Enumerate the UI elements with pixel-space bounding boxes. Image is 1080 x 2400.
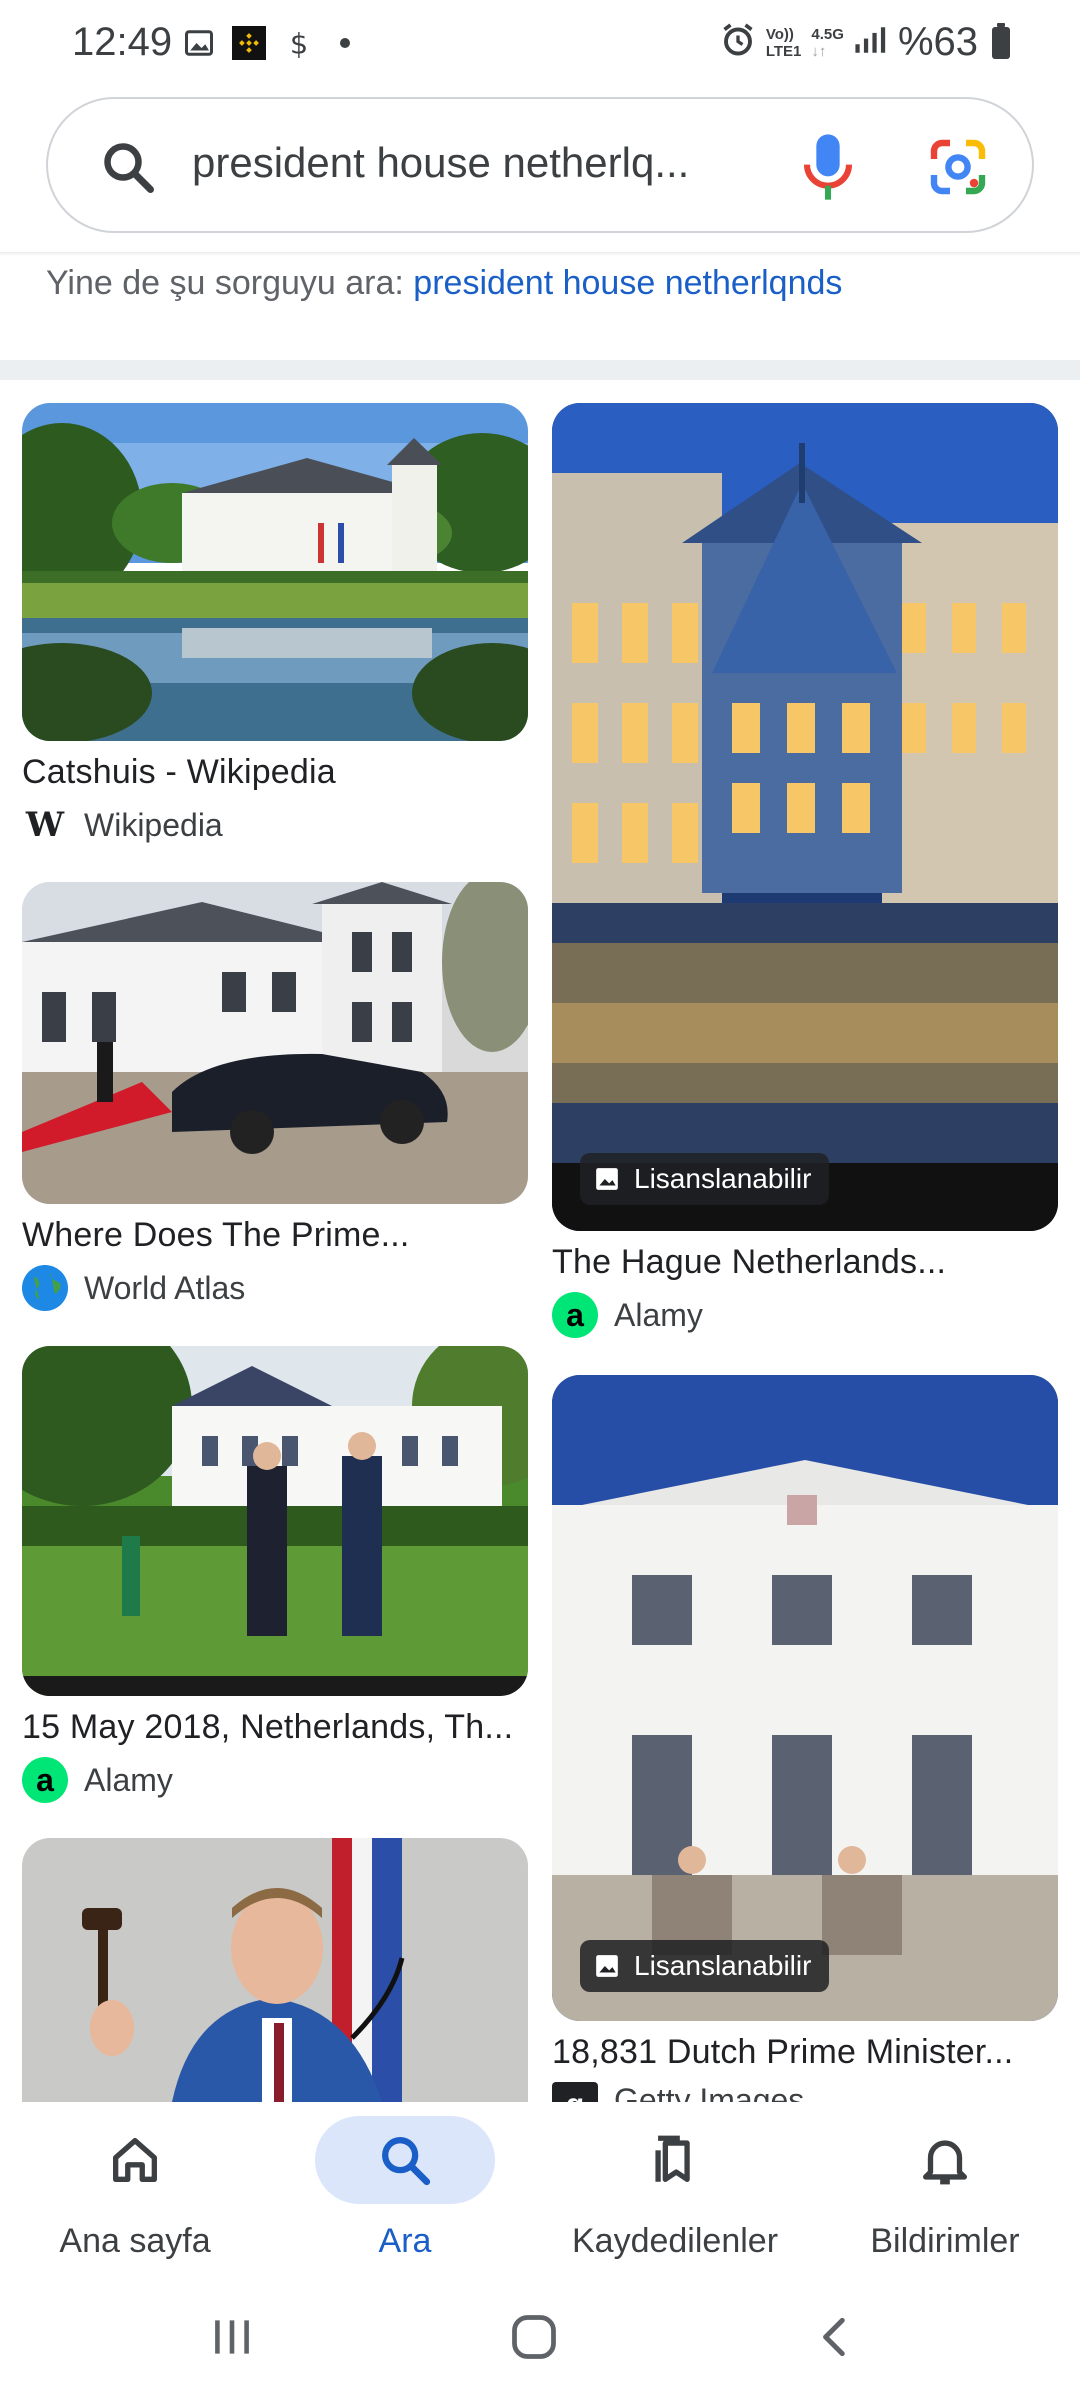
nav-search[interactable]: Ara bbox=[280, 2116, 530, 2261]
result-image-prime-minister-residence[interactable] bbox=[22, 882, 528, 1204]
result-source-label: Alamy bbox=[614, 1296, 703, 1333]
nav-notifications-label: Bildirimler bbox=[870, 2222, 1020, 2260]
nav-notifications[interactable]: Bildirimler bbox=[820, 2116, 1070, 2261]
result-source[interactable]: g Getty Images bbox=[552, 2082, 804, 2102]
network-type: Vo)) LTE1 bbox=[766, 26, 802, 60]
system-navigation bbox=[0, 2282, 1080, 2400]
home-button[interactable] bbox=[494, 2302, 574, 2372]
licensable-badge: Lisanslanabilir bbox=[580, 1153, 830, 1205]
nav-home-pill[interactable] bbox=[45, 2116, 225, 2204]
nav-home[interactable]: Ana sayfa bbox=[10, 2116, 260, 2261]
result-image-may-2018[interactable] bbox=[22, 1346, 528, 1696]
header-divider bbox=[0, 252, 1080, 256]
battery-percent: %63 bbox=[897, 20, 978, 64]
nav-search-label: Ara bbox=[378, 2222, 432, 2260]
image-icon bbox=[182, 26, 216, 60]
result-title[interactable]: Catshuis - Wikipedia bbox=[22, 753, 336, 792]
result-source-label: Getty Images bbox=[614, 2082, 805, 2102]
home-icon bbox=[113, 2138, 157, 2182]
search-icon[interactable] bbox=[98, 137, 158, 197]
network-speed: 4.5G ↓↑ bbox=[811, 26, 844, 60]
wikipedia-icon: W bbox=[25, 805, 65, 845]
image-icon bbox=[596, 1168, 618, 1190]
alarm-icon bbox=[720, 22, 756, 63]
recents-button[interactable] bbox=[192, 2302, 272, 2372]
search-instead-link[interactable]: president house netherlqnds bbox=[413, 264, 842, 302]
result-title[interactable]: 15 May 2018, Netherlands, Th... bbox=[22, 1708, 513, 1747]
licensable-badge: Lisanslanabilir bbox=[580, 1940, 830, 1992]
recents-icon bbox=[215, 2320, 249, 2354]
globe-icon bbox=[22, 1265, 68, 1311]
result-title[interactable]: 18,831 Dutch Prime Minister... bbox=[552, 2033, 1013, 2072]
status-time: 12:49 bbox=[72, 20, 173, 64]
result-source[interactable]: W Wikipedia bbox=[22, 802, 223, 848]
result-source[interactable]: a Alamy bbox=[552, 1292, 703, 1338]
result-image-the-hague[interactable]: Lisanslanabilir bbox=[552, 403, 1058, 1231]
result-source[interactable]: World Atlas bbox=[22, 1265, 245, 1311]
search-input[interactable]: president house netherlq... bbox=[192, 139, 689, 187]
nav-saved-label: Kaydedilenler bbox=[571, 2222, 779, 2260]
search-icon bbox=[382, 2137, 431, 2186]
nav-search-pill[interactable] bbox=[315, 2116, 495, 2204]
result-source[interactable]: a Alamy bbox=[22, 1757, 173, 1803]
result-source-label: Alamy bbox=[84, 1761, 173, 1798]
status-bar: 12:49 $ Vo)) LTE1 4.5G ↓↑ %63 bbox=[0, 0, 1080, 92]
result-image-gavel[interactable] bbox=[22, 1838, 528, 2102]
search-bar[interactable]: president house netherlq... bbox=[46, 97, 1034, 233]
search-instead: Yine de şu sorguyu ara: president house … bbox=[46, 264, 842, 303]
result-source-label: Wikipedia bbox=[84, 806, 223, 843]
nav-saved-pill[interactable] bbox=[585, 2116, 765, 2204]
alamy-icon: a bbox=[22, 1757, 68, 1803]
back-icon bbox=[823, 2317, 845, 2357]
status-notification-icons: $ bbox=[182, 26, 350, 60]
lens-icon[interactable] bbox=[926, 135, 990, 199]
bell-icon bbox=[923, 2140, 967, 2185]
network-volte: Vo)) bbox=[765, 25, 794, 43]
network-4-5g: 4.5G bbox=[811, 25, 844, 43]
image-icon bbox=[596, 1955, 618, 1977]
result-title[interactable]: The Hague Netherlands... bbox=[552, 1243, 946, 1282]
bottom-nav: Ana sayfa Ara Kaydedilenler Bildirimler bbox=[0, 2102, 1080, 2282]
dot-icon bbox=[340, 38, 350, 48]
result-image-dutch-prime-minister[interactable]: Lisanslanabilir bbox=[552, 1375, 1058, 2021]
mic-icon[interactable] bbox=[800, 129, 856, 205]
svg-text:$: $ bbox=[290, 26, 308, 60]
binance-icon bbox=[232, 26, 266, 60]
licensable-label: Lisanslanabilir bbox=[634, 1163, 812, 1194]
battery-icon bbox=[992, 22, 1010, 59]
licensable-label: Lisanslanabilir bbox=[634, 1950, 812, 1981]
status-system-icons: Vo)) LTE1 4.5G ↓↑ %63 bbox=[720, 20, 1010, 65]
back-button[interactable] bbox=[796, 2302, 876, 2372]
bookmarks-icon bbox=[655, 2135, 690, 2182]
nav-home-label: Ana sayfa bbox=[59, 2222, 211, 2260]
result-image-catshuis[interactable] bbox=[22, 403, 528, 741]
nav-saved[interactable]: Kaydedilenler bbox=[550, 2116, 800, 2261]
signal-icon bbox=[854, 25, 888, 60]
getty-icon: g bbox=[552, 2082, 598, 2102]
result-source-label: World Atlas bbox=[84, 1269, 246, 1306]
section-divider bbox=[0, 360, 1080, 380]
dollar-icon: $ bbox=[282, 26, 316, 60]
search-instead-prefix: Yine de şu sorguyu ara: bbox=[46, 264, 414, 302]
result-title[interactable]: Where Does The Prime... bbox=[22, 1216, 410, 1255]
nav-notifications-pill[interactable] bbox=[855, 2116, 1035, 2204]
network-lte: LTE1 bbox=[765, 42, 802, 60]
network-arrows: ↓↑ bbox=[811, 42, 827, 60]
alamy-icon: a bbox=[552, 1292, 598, 1338]
home-square-icon bbox=[512, 2315, 556, 2359]
